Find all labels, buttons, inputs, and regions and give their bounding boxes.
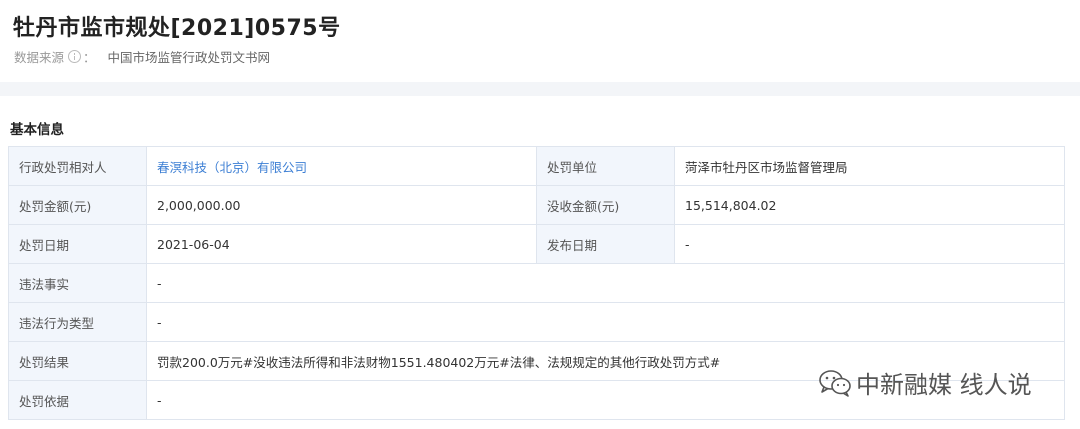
source-label: 数据来源 (14, 50, 65, 65)
penalty-date-label: 处罚日期 (8, 224, 147, 264)
table-row: 行政处罚相对人 春溟科技（北京）有限公司 处罚单位 菏泽市牡丹区市场监督管理局 (8, 146, 1065, 186)
penalty-unit-value: 菏泽市牡丹区市场监督管理局 (674, 146, 1065, 186)
fine-amount-value: 2,000,000.00 (146, 185, 537, 225)
fine-amount-label: 处罚金额(元) (8, 185, 147, 225)
source-value: 中国市场监管行政处罚文书网 (107, 50, 271, 65)
wechat-icon (819, 369, 851, 397)
section-title: 基本信息 (10, 122, 64, 138)
data-source-row: 数据来源 ： 中国市场监管行政处罚文书网 (14, 47, 270, 66)
table-row: 处罚金额(元) 2,000,000.00 没收金额(元) 15,514,804.… (8, 185, 1065, 225)
violation-type-label: 违法行为类型 (8, 302, 147, 342)
watermark-text: 中新融媒 线人说 (856, 371, 1032, 399)
violation-facts-label: 违法事实 (8, 263, 147, 303)
penalty-result-label: 处罚结果 (8, 341, 147, 381)
section-divider (0, 82, 1080, 96)
info-icon[interactable] (68, 50, 82, 63)
violation-facts-value: - (146, 263, 1065, 303)
page-title: 牡丹市监市规处[2021]0575号 (13, 16, 341, 41)
penalized-party-label: 行政处罚相对人 (8, 146, 147, 186)
penalty-basis-label: 处罚依据 (8, 380, 147, 420)
penalty-date-value: 2021-06-04 (146, 224, 537, 264)
violation-type-value: - (146, 302, 1065, 342)
table-row: 违法行为类型 - (8, 302, 1065, 342)
publish-date-label: 发布日期 (536, 224, 675, 264)
publish-date-value: - (674, 224, 1065, 264)
penalized-party-link[interactable]: 春溟科技（北京）有限公司 (146, 146, 537, 186)
source-colon: ： (83, 50, 96, 65)
watermark: 中新融媒 线人说 (818, 365, 1032, 400)
table-row: 违法事实 - (8, 263, 1065, 303)
page-header: 牡丹市监市规处[2021]0575号 数据来源 ： 中国市场监管行政处罚文书网 (0, 0, 1080, 82)
penalty-unit-label: 处罚单位 (536, 146, 675, 186)
table-row: 处罚日期 2021-06-04 发布日期 - (8, 224, 1065, 264)
confiscated-amount-label: 没收金额(元) (536, 185, 675, 225)
confiscated-amount-value: 15,514,804.02 (674, 185, 1065, 225)
